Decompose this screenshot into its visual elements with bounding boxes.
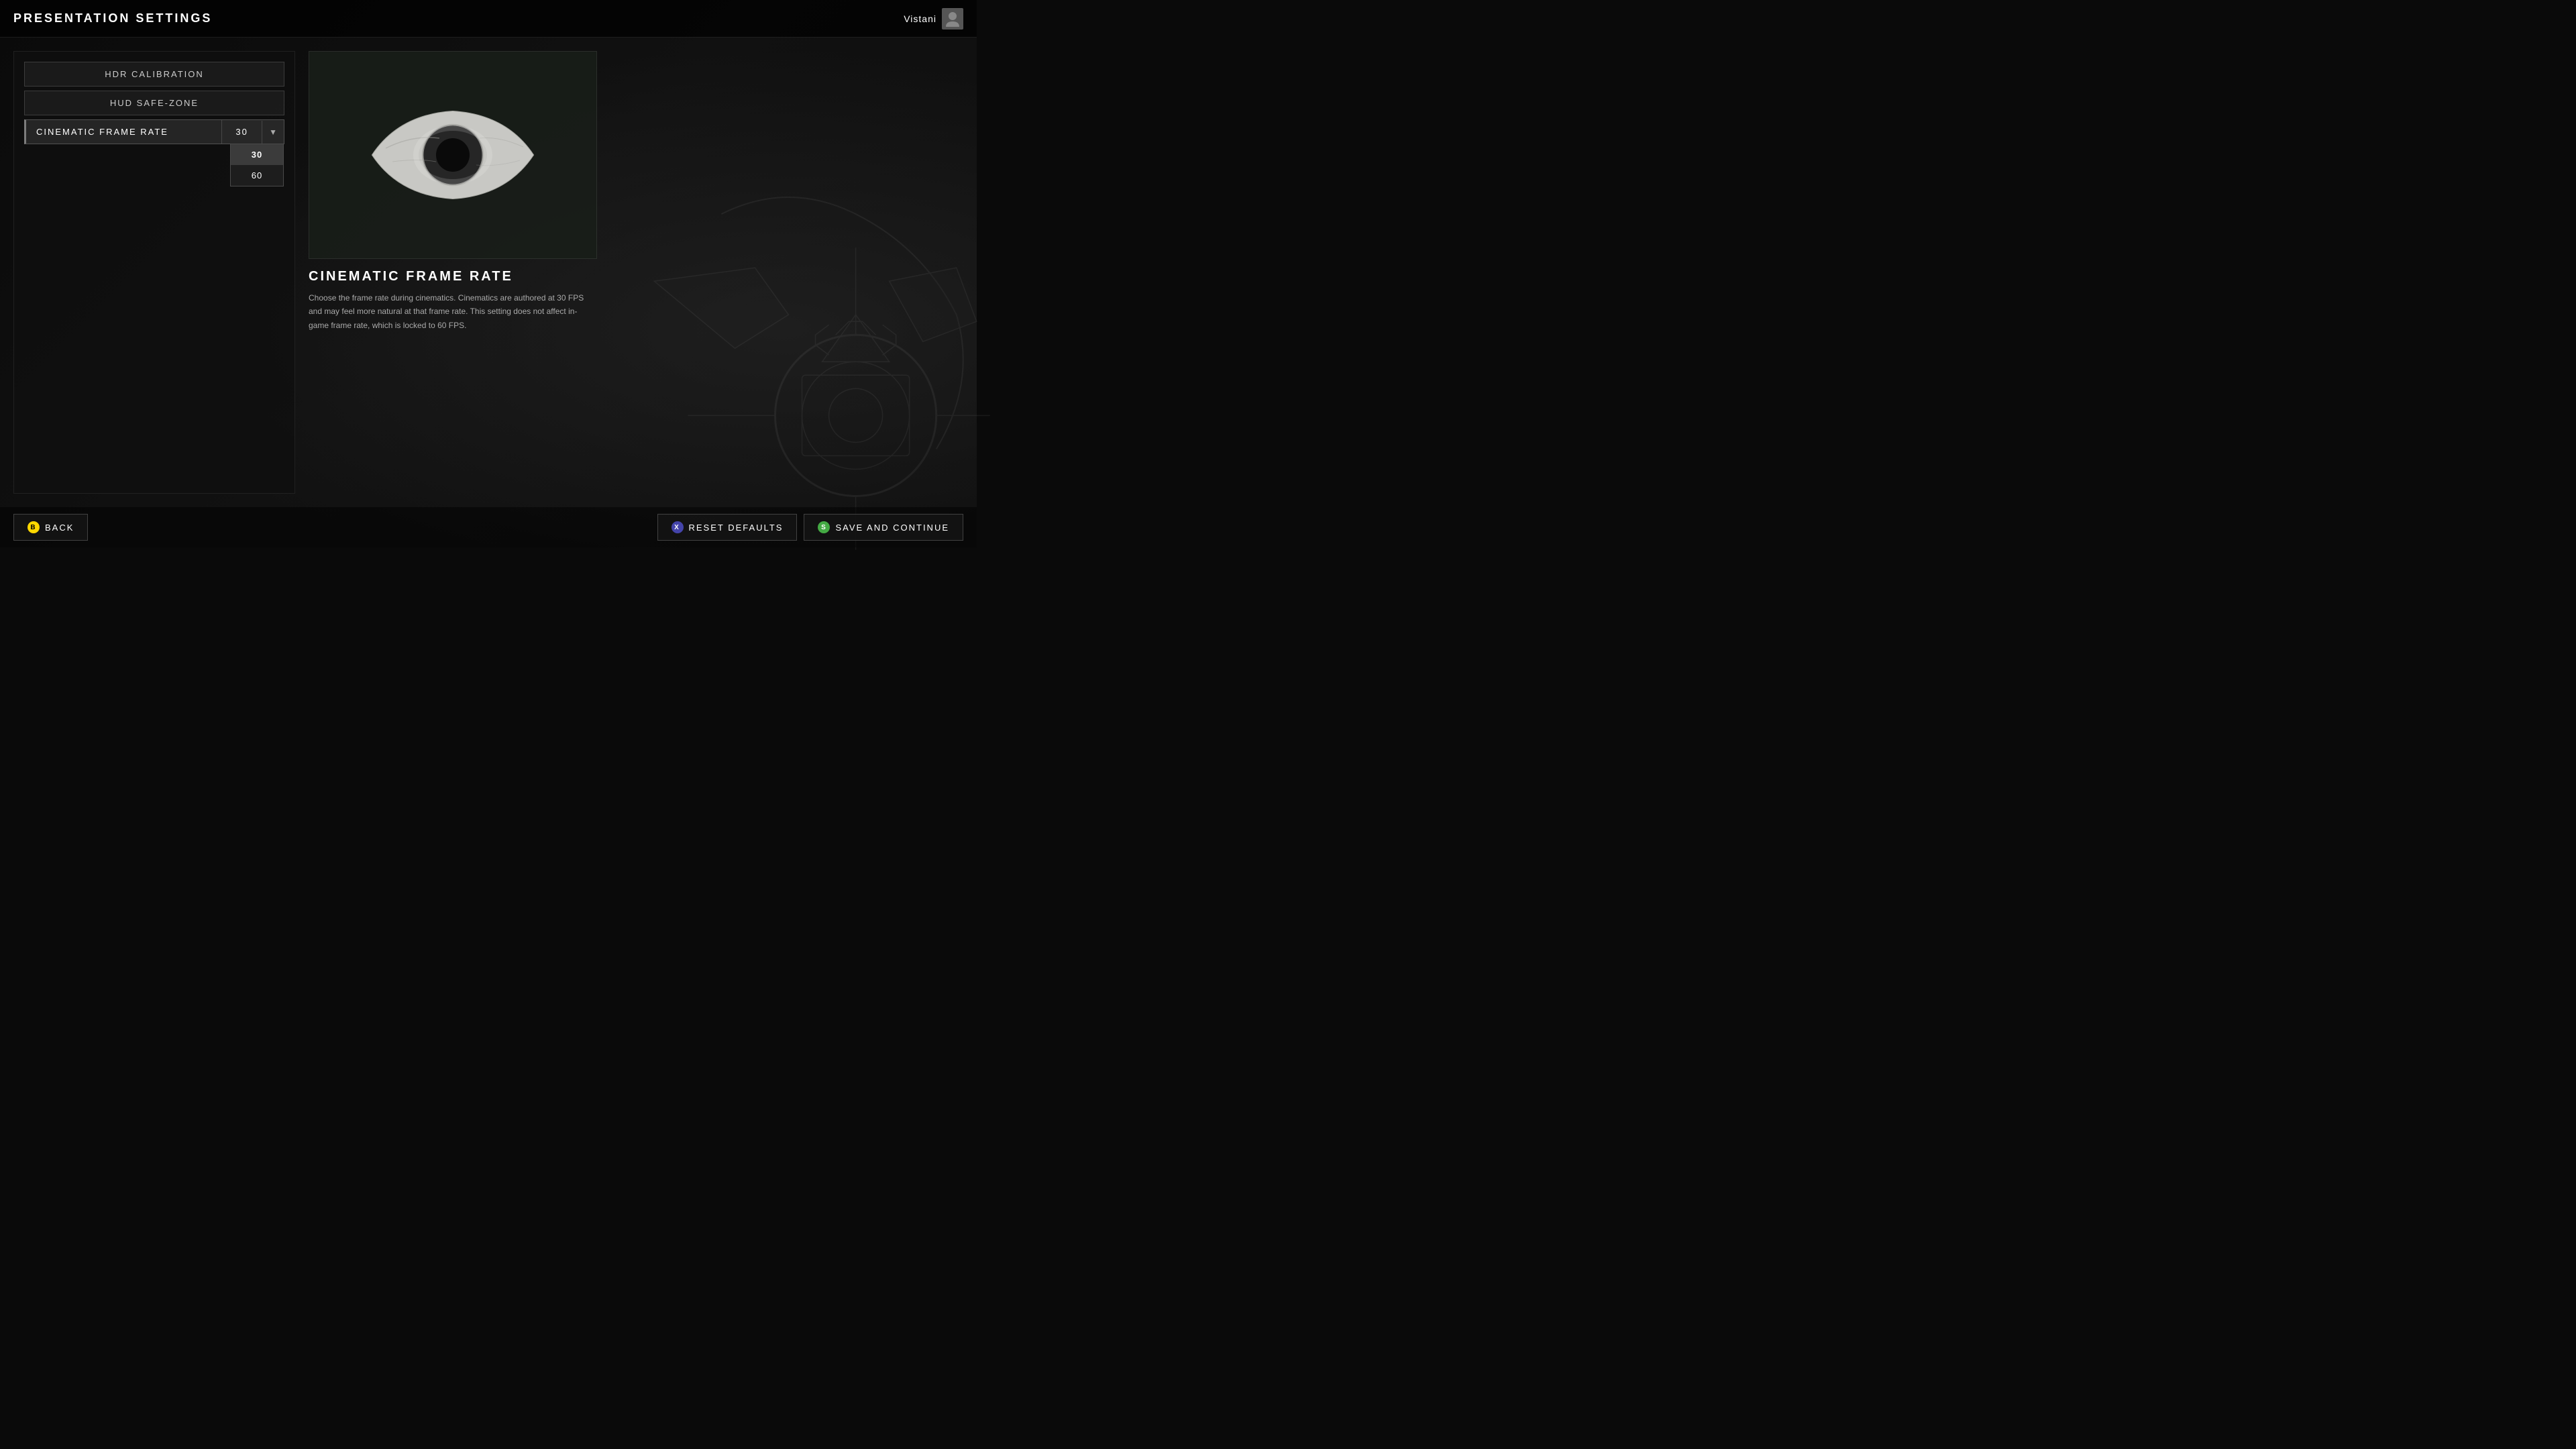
reset-defaults-button[interactable]: X RESET DEFAULTS [657,514,798,541]
dropdown-option-60[interactable]: 60 [231,165,283,186]
cinematic-frame-rate-value: 30 [221,120,262,144]
save-continue-button[interactable]: S SAVE AND CONTINUE [804,514,963,541]
eye-icon-container [309,52,596,258]
eye-icon [359,101,547,209]
main-content: HDR CALIBRATION HUD SAFE-ZONE CINEMATIC … [0,38,977,507]
footer: B BACK X RESET DEFAULTS S SAVE AND CONTI… [0,507,977,547]
avatar [942,8,963,30]
header: PRESENTATION SETTINGS Vistani [0,0,977,38]
username: Vistani [904,13,936,24]
save-button-label: SAVE AND CONTINUE [835,523,949,533]
page-title: PRESENTATION SETTINGS [13,11,212,25]
cinematic-frame-rate-value-group: 30 ▼ [221,120,284,144]
dropdown-option-30[interactable]: 30 [231,144,283,165]
left-panel: HDR CALIBRATION HUD SAFE-ZONE CINEMATIC … [13,51,295,494]
back-button-icon: B [28,521,40,533]
preview-image [309,51,597,259]
user-profile: Vistani [904,8,963,30]
setting-detail-description: Choose the frame rate during cinematics.… [309,291,597,332]
dropdown-arrow-icon[interactable]: ▼ [262,121,284,144]
back-button[interactable]: B BACK [13,514,88,541]
hud-safe-zone-button[interactable]: HUD SAFE-ZONE [24,91,284,115]
reset-button-label: RESET DEFAULTS [689,523,784,533]
hdr-calibration-button[interactable]: HDR CALIBRATION [24,62,284,87]
right-panel: CINEMATIC FRAME RATE Choose the frame ra… [295,51,963,494]
reset-button-icon: X [672,521,684,533]
frame-rate-dropdown: 30 60 [230,144,284,186]
back-button-label: BACK [45,523,74,533]
setting-detail-title: CINEMATIC FRAME RATE [309,269,950,284]
footer-right-buttons: X RESET DEFAULTS S SAVE AND CONTINUE [657,514,964,541]
cinematic-frame-rate-row: CINEMATIC FRAME RATE 30 ▼ 30 60 [24,119,284,144]
cinematic-frame-rate-label: CINEMATIC FRAME RATE [26,120,221,144]
save-button-icon: S [818,521,830,533]
